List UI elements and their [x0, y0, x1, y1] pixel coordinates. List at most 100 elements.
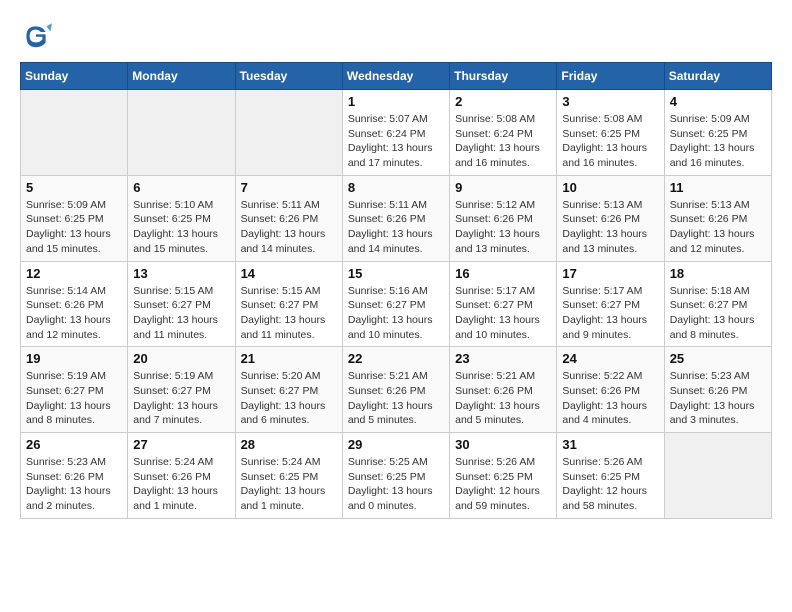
calendar-cell: 6 Sunrise: 5:10 AMSunset: 6:25 PMDaylight… — [128, 175, 235, 261]
day-number: 21 — [241, 351, 337, 366]
day-info: Sunrise: 5:12 AMSunset: 6:26 PMDaylight:… — [455, 198, 551, 257]
day-info: Sunrise: 5:23 AMSunset: 6:26 PMDaylight:… — [26, 455, 122, 514]
day-number: 22 — [348, 351, 444, 366]
calendar-cell: 26 Sunrise: 5:23 AMSunset: 6:26 PMDayligh… — [21, 433, 128, 519]
day-number: 6 — [133, 180, 229, 195]
day-info: Sunrise: 5:09 AMSunset: 6:25 PMDaylight:… — [26, 198, 122, 257]
day-info: Sunrise: 5:20 AMSunset: 6:27 PMDaylight:… — [241, 369, 337, 428]
logo-icon — [20, 20, 52, 52]
day-number: 31 — [562, 437, 658, 452]
day-number: 19 — [26, 351, 122, 366]
day-info: Sunrise: 5:22 AMSunset: 6:26 PMDaylight:… — [562, 369, 658, 428]
day-number: 16 — [455, 266, 551, 281]
day-info: Sunrise: 5:18 AMSunset: 6:27 PMDaylight:… — [670, 284, 766, 343]
calendar-cell: 8 Sunrise: 5:11 AMSunset: 6:26 PMDaylight… — [342, 175, 449, 261]
calendar-cell: 10 Sunrise: 5:13 AMSunset: 6:26 PMDayligh… — [557, 175, 664, 261]
day-info: Sunrise: 5:13 AMSunset: 6:26 PMDaylight:… — [670, 198, 766, 257]
day-number: 8 — [348, 180, 444, 195]
calendar-cell: 29 Sunrise: 5:25 AMSunset: 6:25 PMDayligh… — [342, 433, 449, 519]
day-info: Sunrise: 5:08 AMSunset: 6:25 PMDaylight:… — [562, 112, 658, 171]
calendar-cell: 7Sunrise: 5:11 AMSunset: 6:26 PMDaylight… — [235, 175, 342, 261]
weekday-header: Friday — [557, 63, 664, 90]
calendar-cell: 14Sunrise: 5:15 AMSunset: 6:27 PMDayligh… — [235, 261, 342, 347]
day-number: 11 — [670, 180, 766, 195]
calendar-week-row: 5 Sunrise: 5:09 AMSunset: 6:25 PMDaylight… — [21, 175, 772, 261]
day-number: 20 — [133, 351, 229, 366]
day-number: 14 — [241, 266, 337, 281]
calendar-cell: 2Sunrise: 5:08 AMSunset: 6:24 PMDaylight… — [450, 90, 557, 176]
calendar-cell: 28 Sunrise: 5:24 AMSunset: 6:25 PMDayligh… — [235, 433, 342, 519]
day-info: Sunrise: 5:09 AMSunset: 6:25 PMDaylight:… — [670, 112, 766, 171]
calendar-cell: 3 Sunrise: 5:08 AMSunset: 6:25 PMDaylight… — [557, 90, 664, 176]
day-number: 18 — [670, 266, 766, 281]
day-info: Sunrise: 5:26 AMSunset: 6:25 PMDaylight:… — [562, 455, 658, 514]
day-number: 4 — [670, 94, 766, 109]
day-info: Sunrise: 5:23 AMSunset: 6:26 PMDaylight:… — [670, 369, 766, 428]
calendar-cell: 27 Sunrise: 5:24 AMSunset: 6:26 PMDayligh… — [128, 433, 235, 519]
day-number: 17 — [562, 266, 658, 281]
calendar-cell — [128, 90, 235, 176]
calendar-cell: 4 Sunrise: 5:09 AMSunset: 6:25 PMDaylight… — [664, 90, 771, 176]
day-info: Sunrise: 5:16 AMSunset: 6:27 PMDaylight:… — [348, 284, 444, 343]
day-number: 24 — [562, 351, 658, 366]
calendar-cell: 22 Sunrise: 5:21 AMSunset: 6:26 PMDayligh… — [342, 347, 449, 433]
calendar-cell — [664, 433, 771, 519]
calendar-cell — [21, 90, 128, 176]
calendar-cell: 17 Sunrise: 5:17 AMSunset: 6:27 PMDayligh… — [557, 261, 664, 347]
day-info: Sunrise: 5:10 AMSunset: 6:25 PMDaylight:… — [133, 198, 229, 257]
day-info: Sunrise: 5:24 AMSunset: 6:26 PMDaylight:… — [133, 455, 229, 514]
day-info: Sunrise: 5:07 AMSunset: 6:24 PMDaylight:… — [348, 112, 444, 171]
calendar-cell: 9Sunrise: 5:12 AMSunset: 6:26 PMDaylight… — [450, 175, 557, 261]
day-info: Sunrise: 5:24 AMSunset: 6:25 PMDaylight:… — [241, 455, 337, 514]
day-number: 15 — [348, 266, 444, 281]
calendar-table: SundayMondayTuesdayWednesdayThursdayFrid… — [20, 62, 772, 519]
calendar-cell: 13 Sunrise: 5:15 AMSunset: 6:27 PMDayligh… — [128, 261, 235, 347]
calendar-cell — [235, 90, 342, 176]
day-number: 26 — [26, 437, 122, 452]
calendar-cell: 18 Sunrise: 5:18 AMSunset: 6:27 PMDayligh… — [664, 261, 771, 347]
day-number: 29 — [348, 437, 444, 452]
day-number: 13 — [133, 266, 229, 281]
day-number: 27 — [133, 437, 229, 452]
calendar-cell: 21 Sunrise: 5:20 AMSunset: 6:27 PMDayligh… — [235, 347, 342, 433]
day-info: Sunrise: 5:17 AMSunset: 6:27 PMDaylight:… — [455, 284, 551, 343]
weekday-header: Sunday — [21, 63, 128, 90]
calendar-cell: 24 Sunrise: 5:22 AMSunset: 6:26 PMDayligh… — [557, 347, 664, 433]
calendar-cell: 1Sunrise: 5:07 AMSunset: 6:24 PMDaylight… — [342, 90, 449, 176]
logo — [20, 20, 58, 52]
day-info: Sunrise: 5:13 AMSunset: 6:26 PMDaylight:… — [562, 198, 658, 257]
day-info: Sunrise: 5:19 AMSunset: 6:27 PMDaylight:… — [133, 369, 229, 428]
weekday-header: Thursday — [450, 63, 557, 90]
day-info: Sunrise: 5:17 AMSunset: 6:27 PMDaylight:… — [562, 284, 658, 343]
calendar-cell: 5 Sunrise: 5:09 AMSunset: 6:25 PMDaylight… — [21, 175, 128, 261]
calendar-cell: 15 Sunrise: 5:16 AMSunset: 6:27 PMDayligh… — [342, 261, 449, 347]
day-number: 7 — [241, 180, 337, 195]
calendar-cell: 25 Sunrise: 5:23 AMSunset: 6:26 PMDayligh… — [664, 347, 771, 433]
day-info: Sunrise: 5:19 AMSunset: 6:27 PMDaylight:… — [26, 369, 122, 428]
day-info: Sunrise: 5:25 AMSunset: 6:25 PMDaylight:… — [348, 455, 444, 514]
day-info: Sunrise: 5:21 AMSunset: 6:26 PMDaylight:… — [348, 369, 444, 428]
calendar-week-row: 19 Sunrise: 5:19 AMSunset: 6:27 PMDayligh… — [21, 347, 772, 433]
day-info: Sunrise: 5:11 AMSunset: 6:26 PMDaylight:… — [348, 198, 444, 257]
calendar-cell: 20 Sunrise: 5:19 AMSunset: 6:27 PMDayligh… — [128, 347, 235, 433]
calendar-cell: 11 Sunrise: 5:13 AMSunset: 6:26 PMDayligh… — [664, 175, 771, 261]
calendar-week-row: 12Sunrise: 5:14 AMSunset: 6:26 PMDayligh… — [21, 261, 772, 347]
day-number: 30 — [455, 437, 551, 452]
weekday-header-row: SundayMondayTuesdayWednesdayThursdayFrid… — [21, 63, 772, 90]
day-number: 5 — [26, 180, 122, 195]
day-number: 28 — [241, 437, 337, 452]
weekday-header: Tuesday — [235, 63, 342, 90]
day-info: Sunrise: 5:21 AMSunset: 6:26 PMDaylight:… — [455, 369, 551, 428]
calendar-cell: 16 Sunrise: 5:17 AMSunset: 6:27 PMDayligh… — [450, 261, 557, 347]
calendar-cell: 23Sunrise: 5:21 AMSunset: 6:26 PMDayligh… — [450, 347, 557, 433]
day-number: 3 — [562, 94, 658, 109]
calendar-week-row: 1Sunrise: 5:07 AMSunset: 6:24 PMDaylight… — [21, 90, 772, 176]
weekday-header: Monday — [128, 63, 235, 90]
weekday-header: Wednesday — [342, 63, 449, 90]
calendar-cell: 31 Sunrise: 5:26 AMSunset: 6:25 PMDayligh… — [557, 433, 664, 519]
day-number: 25 — [670, 351, 766, 366]
day-number: 12 — [26, 266, 122, 281]
day-number: 10 — [562, 180, 658, 195]
day-info: Sunrise: 5:15 AMSunset: 6:27 PMDaylight:… — [133, 284, 229, 343]
calendar-cell: 30Sunrise: 5:26 AMSunset: 6:25 PMDayligh… — [450, 433, 557, 519]
